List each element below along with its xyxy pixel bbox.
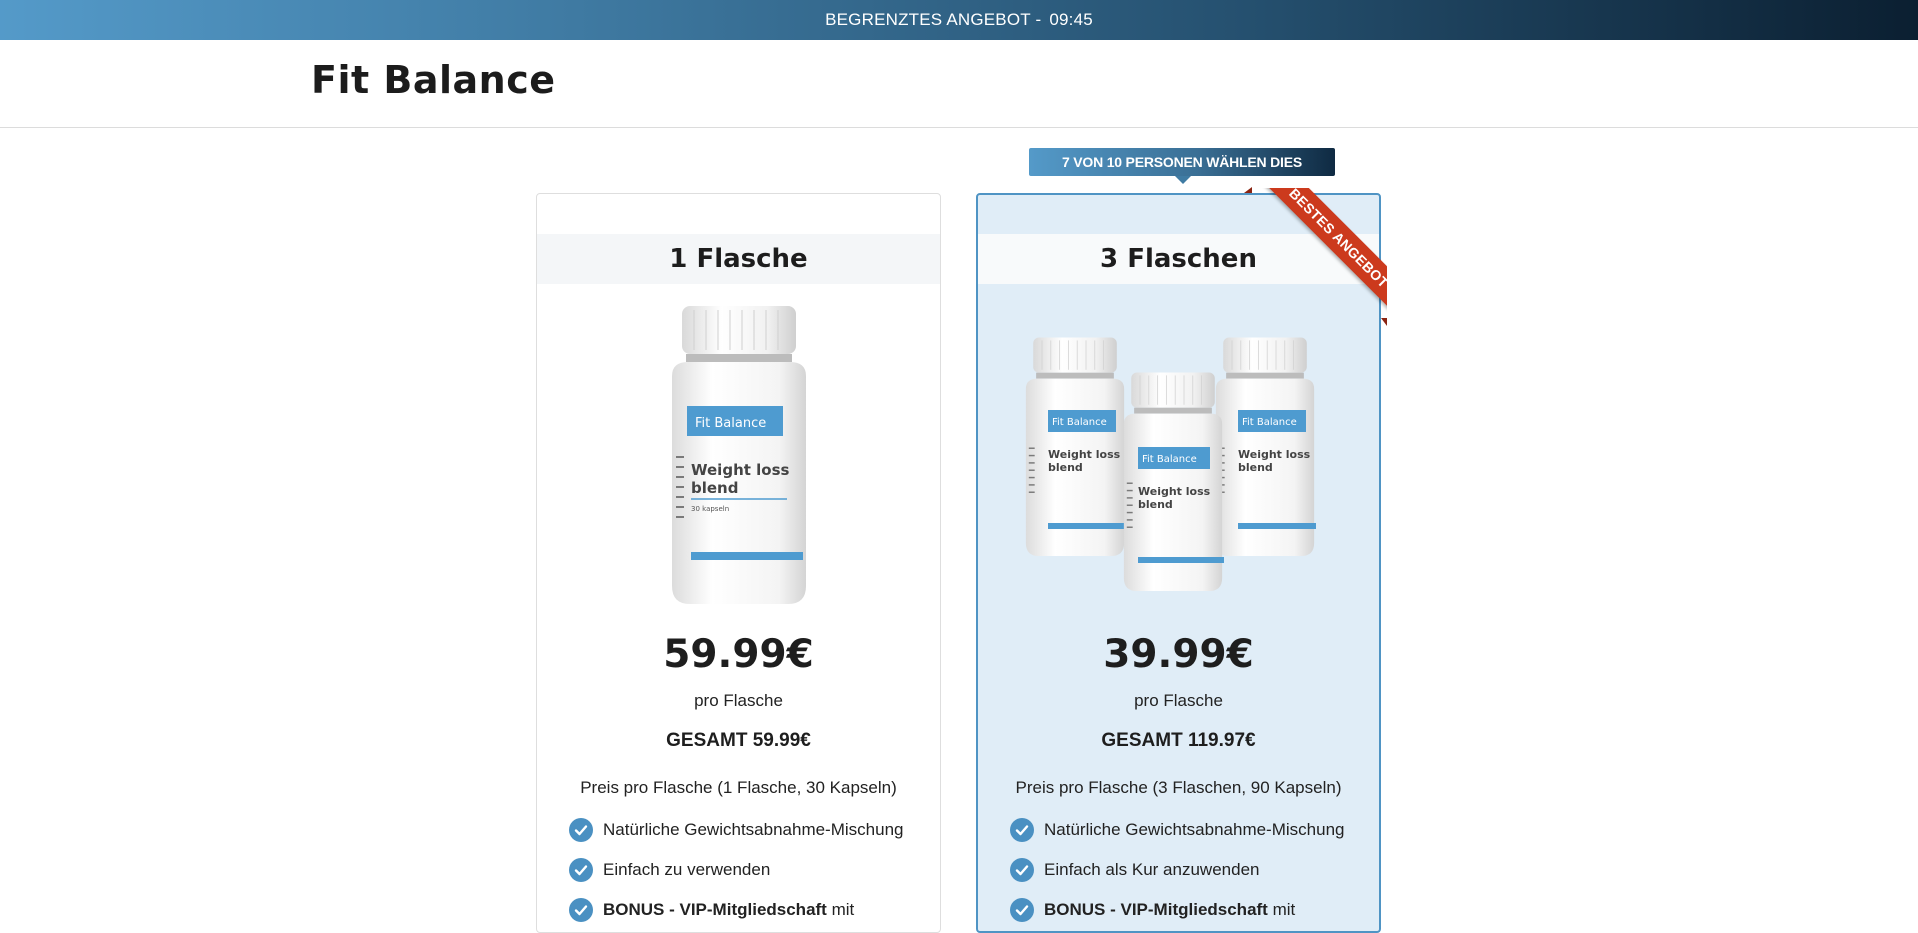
limited-offer-bar: BEGRENZTES ANGEBOT - 09:45 — [0, 0, 1918, 40]
feature-text: Natürliche Gewichtsabnahme-Mischung — [603, 820, 904, 839]
price-unit-label: pro Flasche — [1134, 691, 1223, 710]
price-per-bottle: 59.99€ — [663, 632, 814, 677]
card-title: 1 Flasche — [537, 234, 940, 284]
feature-text: Einfach zu verwenden — [603, 860, 771, 879]
feature-list: Natürliche Gewichtsabnahme-Mischung Einf… — [1010, 810, 1344, 930]
offer-label: BEGRENZTES ANGEBOT - — [825, 10, 1042, 29]
check-icon — [569, 858, 593, 882]
brand-logo[interactable]: Fit Balance — [311, 58, 556, 102]
best-offer-ribbon: BESTES ANGEBOT — [1247, 188, 1387, 328]
ribbon-label: BESTES ANGEBOT — [1258, 188, 1387, 319]
bonus-text: mit — [1267, 900, 1296, 919]
bottle-brand-text: Fit Balance — [1052, 417, 1107, 428]
site-header: Fit Balance — [0, 40, 1918, 128]
feature-item: Natürliche Gewichtsabnahme-Mischung — [1010, 810, 1344, 850]
check-icon — [569, 818, 593, 842]
feature-item: Einfach als Kur anzuwenden — [1010, 850, 1344, 890]
feature-item-bonus: BONUS - VIP-Mitgliedschaft mit — [1010, 890, 1344, 930]
bottle-name-line1: Weight loss — [1238, 448, 1311, 461]
check-icon — [1010, 818, 1034, 842]
bottle-capsules: 30 kapseln — [691, 505, 729, 513]
bonus-label: BONUS - VIP-Mitgliedschaft — [603, 900, 827, 919]
bottle-name-line1: Weight loss — [1048, 448, 1121, 461]
price-unit-label: pro Flasche — [694, 691, 783, 710]
check-icon — [1010, 898, 1034, 922]
feature-text: BONUS - VIP-Mitgliedschaft mit — [603, 900, 854, 920]
bottle-name-line2: blend — [1048, 461, 1083, 474]
price-detail: Preis pro Flasche (1 Flasche, 30 Kapseln… — [580, 778, 897, 797]
feature-item-bonus: BONUS - VIP-Mitgliedschaft mit — [569, 890, 903, 930]
popular-choice-badge: 7 VON 10 PERSONEN WÄHLEN DIES — [1029, 148, 1335, 184]
feature-item: Einfach zu verwenden — [569, 850, 903, 890]
bottle-name-line1: Weight loss — [691, 461, 790, 479]
price-per-bottle: 39.99€ — [1103, 632, 1254, 677]
feature-text: Einfach als Kur anzuwenden — [1044, 860, 1260, 879]
countdown-timer: 09:45 — [1049, 10, 1093, 29]
price-detail: Preis pro Flasche (3 Flaschen, 90 Kapsel… — [1015, 778, 1342, 797]
total-price: GESAMT 119.97€ — [1101, 730, 1256, 751]
feature-text: BONUS - VIP-Mitgliedschaft mit — [1044, 900, 1295, 920]
bonus-label: BONUS - VIP-Mitgliedschaft — [1044, 900, 1268, 919]
bottle-brand-text: Fit Balance — [1242, 417, 1297, 428]
bottle-name-line2: blend — [1238, 461, 1273, 474]
feature-text: Natürliche Gewichtsabnahme-Mischung — [1044, 820, 1345, 839]
feature-item: Natürliche Gewichtsabnahme-Mischung — [569, 810, 903, 850]
bottle-name-line2: blend — [1138, 498, 1173, 511]
check-icon — [1010, 858, 1034, 882]
bottle-name-line1: Weight loss — [1138, 485, 1211, 498]
bonus-text: mit — [826, 900, 855, 919]
total-price: GESAMT 59.99€ — [666, 730, 811, 751]
product-image-single: Fit Balance Weight loss blend 30 kapseln — [537, 306, 940, 606]
bottle-brand-text: Fit Balance — [695, 416, 766, 431]
feature-list: Natürliche Gewichtsabnahme-Mischung Einf… — [569, 810, 903, 930]
product-image-triple: Fit Balance Weight loss blend Fit Balanc… — [978, 325, 1379, 605]
check-icon — [569, 898, 593, 922]
offer-card-1-bottle[interactable]: 1 Flasche Fit Balance Weight loss blend … — [536, 193, 941, 933]
bottle-brand-text: Fit Balance — [1142, 454, 1197, 465]
bottle-name-line2: blend — [691, 479, 738, 497]
